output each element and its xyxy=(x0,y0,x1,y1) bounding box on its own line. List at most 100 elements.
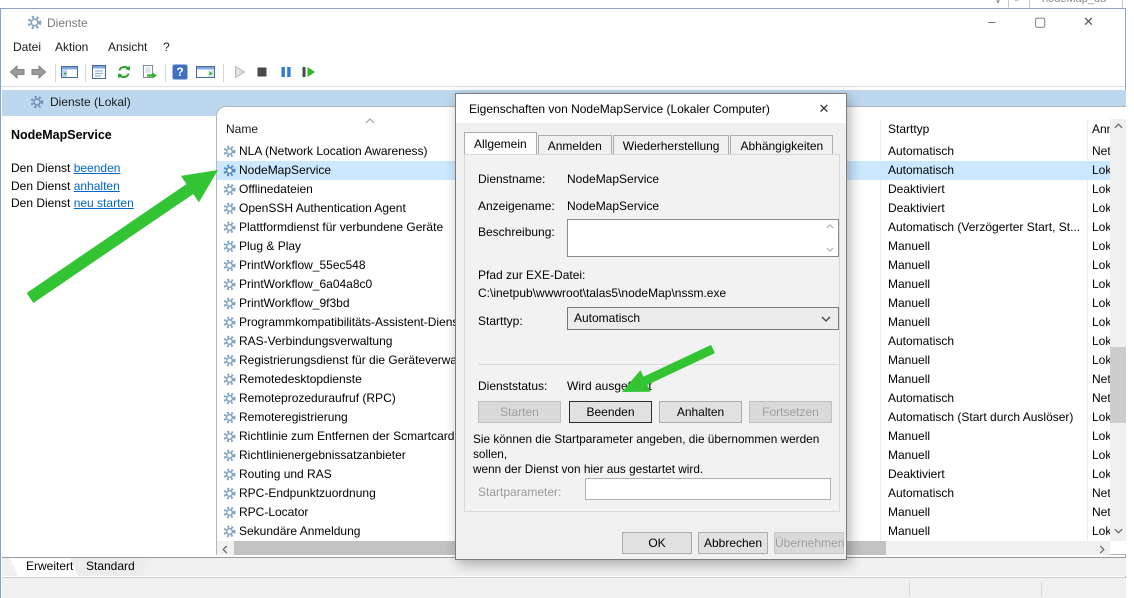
dienststatus-value: Wird ausgeführt xyxy=(567,379,652,393)
show-action-pane-icon[interactable] xyxy=(195,63,215,83)
service-logon-cell: Lokales System xyxy=(1092,296,1111,310)
close-button[interactable]: ✕ xyxy=(1066,9,1111,37)
uebernehmen-button[interactable]: Übernehmen xyxy=(774,532,844,554)
service-gear-icon xyxy=(223,259,236,275)
tab-wiederherstellung[interactable]: Wiederherstellung xyxy=(613,135,730,156)
export-list-icon[interactable] xyxy=(140,63,160,83)
menu-ansicht[interactable]: Ansicht xyxy=(108,40,147,54)
service-name-cell: Remoteprozeduraufruf (RPC) xyxy=(239,391,396,405)
vertical-scrollbar[interactable] xyxy=(1110,119,1126,541)
startparameter-input[interactable] xyxy=(585,478,831,500)
service-starttype-cell: Manuell xyxy=(888,372,930,386)
scroll-left-icon[interactable] xyxy=(217,541,233,555)
column-header-starttype[interactable]: Starttyp xyxy=(888,122,929,136)
stop-service-icon[interactable] xyxy=(253,63,273,83)
service-gear-icon xyxy=(223,240,236,256)
anhalten-button[interactable]: Anhalten xyxy=(659,401,742,423)
maximize-button[interactable]: ▢ xyxy=(1018,9,1063,37)
back-icon[interactable] xyxy=(8,63,28,83)
fortsetzen-button[interactable]: Fortsetzen xyxy=(749,401,832,423)
ok-button[interactable]: OK xyxy=(622,532,692,554)
refresh-icon[interactable] xyxy=(115,63,135,83)
starten-button[interactable]: Starten xyxy=(478,401,561,423)
link-prefix: Den Dienst xyxy=(11,196,74,210)
show-console-tree-icon[interactable] xyxy=(60,63,80,83)
service-starttype-cell: Manuell xyxy=(888,505,930,519)
service-starttype-cell: Manuell xyxy=(888,448,930,462)
service-name-cell: Offlinedateien xyxy=(239,182,313,196)
beschreibung-textarea[interactable] xyxy=(567,219,839,257)
menu-aktion[interactable]: Aktion xyxy=(55,40,88,54)
service-gear-icon xyxy=(223,316,236,332)
title-bar[interactable]: Dienste – ▢ ✕ xyxy=(1,9,1125,37)
properties-dialog: Eigenschaften von NodeMapService (Lokale… xyxy=(455,93,847,560)
service-gear-icon xyxy=(223,183,236,199)
scroll-right-icon[interactable] xyxy=(1094,541,1110,555)
service-logon-cell: Lokales System xyxy=(1092,182,1111,196)
scroll-up-icon[interactable] xyxy=(1110,119,1126,136)
scroll-down-icon[interactable] xyxy=(1110,524,1126,541)
service-logon-cell: Lokales System xyxy=(1092,410,1111,424)
service-name-cell: Remotedesktopdienste xyxy=(239,372,362,386)
starttyp-select[interactable]: Automatisch xyxy=(567,307,839,330)
service-logon-cell: Netzwerkdienst xyxy=(1092,144,1111,158)
tab-abhaengigkeiten[interactable]: Abhängigkeiten xyxy=(730,135,833,156)
stop-service-link[interactable]: beenden xyxy=(74,161,121,175)
link-prefix: Den Dienst xyxy=(11,179,74,193)
service-starttype-cell: Manuell xyxy=(888,258,930,272)
service-starttype-cell: Manuell xyxy=(888,277,930,291)
pause-service-icon[interactable] xyxy=(277,63,297,83)
service-name-cell: Plug & Play xyxy=(239,239,301,253)
starttyp-selected-value: Automatisch xyxy=(574,311,640,325)
status-bar xyxy=(2,577,1126,598)
menu-help[interactable]: ? xyxy=(163,40,170,54)
column-header-logon[interactable]: Anmelden als xyxy=(1092,122,1111,136)
service-gear-icon xyxy=(223,506,236,522)
tab-anmelden[interactable]: Anmelden xyxy=(538,135,612,156)
pfad-label: Pfad zur EXE-Datei: xyxy=(478,268,585,282)
textarea-scrollbar[interactable] xyxy=(823,221,837,255)
service-name-cell: RPC-Locator xyxy=(239,505,308,519)
pfad-value: C:\inetpub\wwwroot\talas5\nodeMap\nssm.e… xyxy=(478,286,726,300)
service-starttype-cell: Automatisch xyxy=(888,486,954,500)
service-gear-icon xyxy=(223,221,236,237)
restart-service-link[interactable]: neu starten xyxy=(74,196,134,210)
abbrechen-button[interactable]: Abbrechen xyxy=(698,532,768,554)
service-gear-icon xyxy=(223,202,236,218)
service-gear-icon xyxy=(223,525,236,541)
menu-datei[interactable]: Datei xyxy=(13,40,41,54)
service-logon-cell: Lokales System xyxy=(1092,353,1111,367)
restart-service-icon[interactable] xyxy=(299,63,319,83)
service-starttype-cell: Automatisch xyxy=(888,334,954,348)
tab-standard[interactable]: Standard xyxy=(70,558,151,576)
dialog-title: Eigenschaften von NodeMapService (Lokale… xyxy=(469,102,770,116)
vertical-scroll-thumb[interactable] xyxy=(1110,347,1126,423)
service-logon-cell: Lokales System xyxy=(1092,277,1111,291)
service-gear-icon xyxy=(223,487,236,503)
service-logon-cell: Lokales System xyxy=(1092,220,1111,234)
service-gear-icon xyxy=(223,373,236,389)
properties-icon[interactable] xyxy=(90,63,110,83)
service-gear-icon xyxy=(223,392,236,408)
beenden-button[interactable]: Beenden xyxy=(569,401,652,423)
forward-icon[interactable] xyxy=(30,63,50,83)
extended-info-pane: NodeMapService Den Dienst beenden Den Di… xyxy=(2,116,207,556)
start-service-icon[interactable] xyxy=(230,63,250,83)
link-prefix: Den Dienst xyxy=(11,161,74,175)
service-name-cell: RAS-Verbindungsverwaltung xyxy=(239,334,392,348)
service-gear-icon xyxy=(223,297,236,313)
anzeigename-label: Anzeigename: xyxy=(478,199,555,213)
column-header-name[interactable]: Name xyxy=(226,122,258,136)
dialog-close-icon[interactable]: ✕ xyxy=(810,99,838,119)
help-icon[interactable]: ? xyxy=(171,63,191,83)
tab-page-allgemein: Dienstname: NodeMapService Anzeigename: … xyxy=(464,154,840,512)
minimize-button[interactable]: – xyxy=(969,9,1014,37)
service-starttype-cell: Automatisch (Verzögerter Start, St... xyxy=(888,220,1080,234)
service-starttype-cell: Manuell xyxy=(888,429,930,443)
service-starttype-cell: Deaktiviert xyxy=(888,182,945,196)
window-title: Dienste xyxy=(47,16,88,30)
pause-service-link[interactable]: anhalten xyxy=(74,179,120,193)
service-name-cell: Remoteregistrierung xyxy=(239,410,348,424)
service-name-cell: Programmkompatibilitäts-Assistent-Dienst xyxy=(239,315,462,329)
dialog-title-bar[interactable]: Eigenschaften von NodeMapService (Lokale… xyxy=(456,94,846,123)
